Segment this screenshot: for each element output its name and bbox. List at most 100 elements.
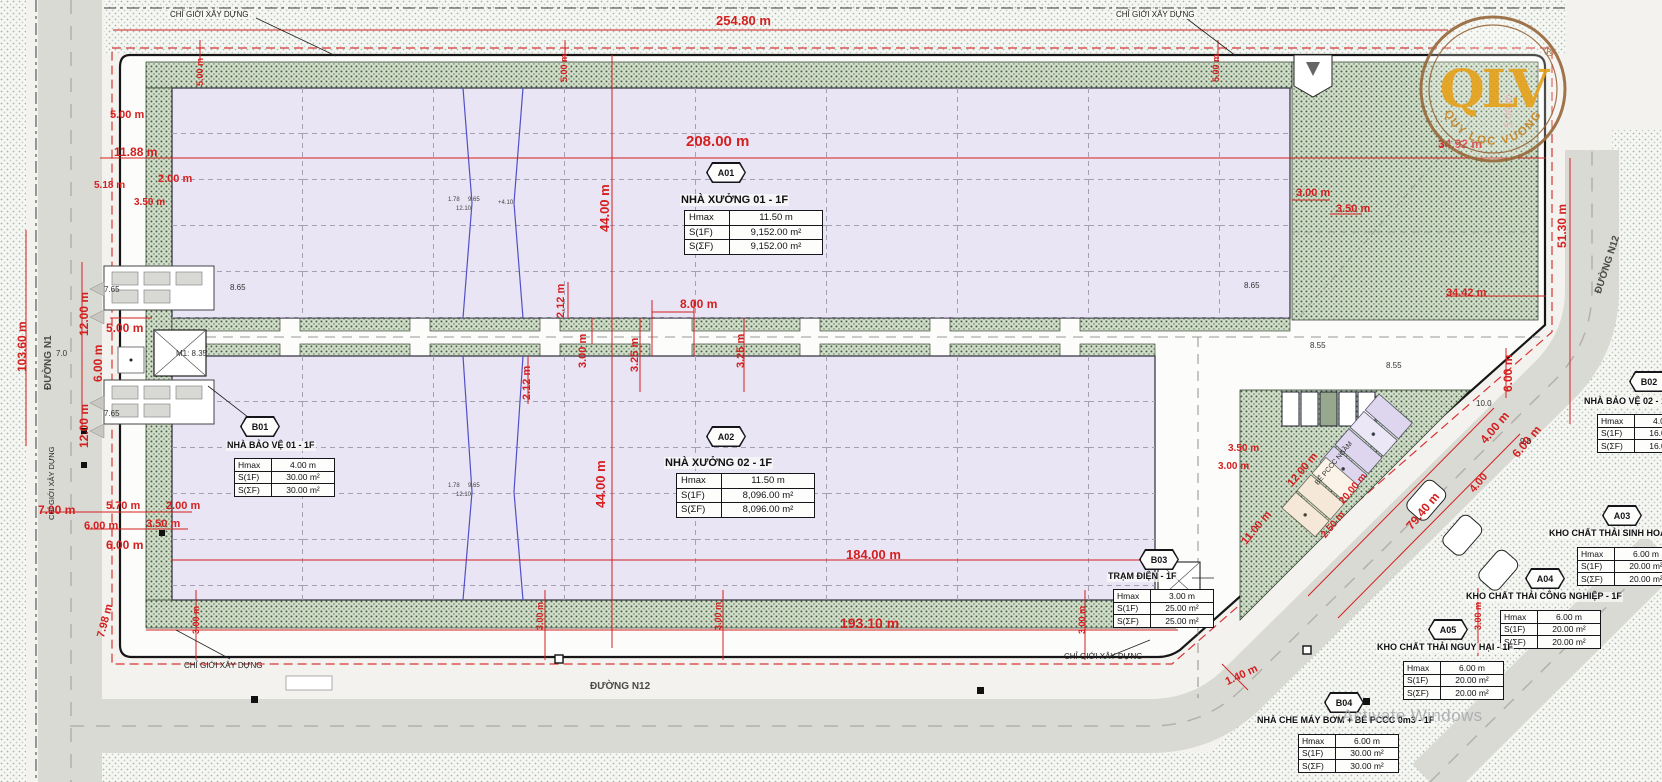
spec-row-label: Hmax — [1578, 548, 1615, 561]
building-badge-a02: A02 — [706, 426, 746, 447]
spec-row-value: 9,152.00 m² — [730, 225, 823, 240]
dim-label: 9.65 — [468, 483, 480, 489]
dim-label: 5.00 m — [1212, 54, 1221, 82]
dim-label: 3.25 m — [736, 334, 747, 368]
spec-row-label: Hmax — [235, 459, 272, 472]
badge-id: B03 — [1139, 549, 1179, 570]
dim-label: 12.10 — [456, 206, 471, 212]
building-name-a04: KHO CHẤT THẢI CÔNG NGHIỆP - 1F — [1465, 592, 1623, 602]
building-name-b02: NHÀ BẢO VỆ 02 - 1F — [1583, 397, 1662, 407]
dim-label: 5.00 m — [106, 322, 143, 334]
spec-row-label: Hmax — [1299, 735, 1336, 748]
spec-row-value: 20.00 m² — [1615, 573, 1662, 586]
dim-label: 12.00 m — [78, 404, 90, 448]
spec-row-label: Hmax — [1598, 415, 1635, 428]
spec-row-value: 11.50 m — [730, 211, 823, 226]
dim-label: 3.25 m — [630, 338, 641, 372]
dim-label: 8.65 — [230, 284, 246, 292]
dim-label: 3.50 m — [146, 519, 180, 530]
spec-row-value: 20.00 m² — [1441, 674, 1504, 687]
badge-id: A05 — [1428, 619, 1468, 640]
badge-id: B01 — [240, 416, 280, 437]
spec-row-label: S(1F) — [685, 225, 730, 240]
spec-row-value: 20.00 m² — [1615, 560, 1662, 573]
building-spec-table-b04: Hmax6.00 mS(1F)30.00 m²S(ΣF)30.00 m² — [1298, 734, 1399, 773]
spec-row-value: 8,096.00 m² — [722, 488, 815, 503]
dim-label: 7.65 — [104, 286, 120, 294]
dim-label: +4.10 — [498, 200, 513, 206]
dim-label: 3.00 m — [578, 334, 589, 368]
spec-row-label: S(ΣF) — [1114, 615, 1151, 628]
spec-row-value: 30.00 m² — [272, 484, 335, 497]
spec-row-value: 16.00 m² — [1635, 440, 1662, 453]
badge-id: B02 — [1629, 371, 1662, 392]
dim-label: 254.80 m — [716, 14, 771, 27]
dim-label: 2.00 m — [166, 501, 200, 512]
spec-row-value: 8,096.00 m² — [722, 503, 815, 518]
spec-row-value: 20.00 m² — [1538, 636, 1601, 649]
spec-row-value: 30.00 m² — [1336, 760, 1399, 773]
spec-row-value: 16.00 m² — [1635, 427, 1662, 440]
badge-id: A01 — [706, 162, 746, 183]
building-badge-b02: B02 — [1629, 371, 1662, 392]
building-spec-table-a04: Hmax6.00 mS(1F)20.00 m²S(ΣF)20.00 m² — [1500, 610, 1601, 649]
dim-label: 3.00 m — [192, 606, 201, 634]
registered-icon: ® — [1544, 43, 1555, 59]
badge-id: A02 — [706, 426, 746, 447]
dim-label: 6.00 m — [1502, 355, 1514, 392]
dim-label: 34.42 m — [1446, 288, 1486, 299]
dim-label: 7.00 m — [38, 504, 75, 516]
spec-row-label: Hmax — [1404, 662, 1441, 675]
building-badge-a05: A05 — [1428, 619, 1468, 640]
spec-row-label: S(1F) — [1299, 747, 1336, 760]
dim-label: 7.65 — [104, 410, 120, 418]
dim-label: 3.50 m — [1336, 204, 1370, 215]
dim-label: 51.30 m — [1556, 204, 1568, 248]
building-spec-table-a03: Hmax6.00 mS(1F)20.00 m²S(ΣF)20.00 m² — [1577, 547, 1662, 586]
dim-label: 8.55 — [1310, 342, 1326, 350]
dim-label: 10.0 — [1476, 400, 1492, 408]
boundary-label: CHỈ GIỚI XÂY DỰNG — [1114, 11, 1196, 19]
spec-row-value: 30.00 m² — [1336, 747, 1399, 760]
dim-label: 44.00 m — [598, 184, 611, 232]
building-spec-table-a05: Hmax6.00 mS(1F)20.00 m²S(ΣF)20.00 m² — [1403, 661, 1504, 700]
boundary-label: CHỈ GIỚI XÂY DỰNG — [48, 446, 56, 520]
building-badge-a01: A01 — [706, 162, 746, 183]
spec-row-label: S(ΣF) — [1598, 440, 1635, 453]
building-badge-b03: B03 — [1139, 549, 1179, 570]
road-label: ĐƯỜNG N12 — [590, 682, 650, 692]
spec-row-value: 30.00 m² — [272, 471, 335, 484]
spec-row-value: 11.50 m — [722, 474, 815, 489]
dim-label: 2.12 m — [556, 284, 567, 318]
spec-row-value: 3.00 m — [1151, 590, 1214, 603]
dim-label: 5.00 m — [196, 58, 205, 86]
spec-row-label: S(1F) — [1578, 560, 1615, 573]
dim-label: 6.00 m — [92, 345, 104, 382]
dim-label: 184.00 m — [846, 548, 901, 561]
dim-label: 3.00 m — [714, 602, 723, 630]
dim-label: 2.00 m — [158, 174, 192, 185]
dim-label: 3.50 m — [134, 198, 165, 208]
dim-label: 5.18 m — [94, 181, 125, 191]
spec-row-value: 6.00 m — [1441, 662, 1504, 675]
spec-row-value: 6.00 m — [1538, 611, 1601, 624]
building-spec-table-b03: Hmax3.00 mS(1F)25.00 m²S(ΣF)25.00 m² — [1113, 589, 1214, 628]
dim-label: 1.78 — [448, 483, 460, 489]
spec-row-value: 6.00 m — [1615, 548, 1662, 561]
building-name-a02: NHÀ XƯỞNG 02 - 1F — [664, 457, 773, 469]
building-name-a01: NHÀ XƯỞNG 01 - 1F — [680, 194, 789, 206]
spec-row-label: S(1F) — [235, 471, 272, 484]
dim-label: 2.12 m — [522, 366, 533, 400]
dim-label: 5.00 m — [110, 110, 144, 121]
building-spec-table-a02: Hmax11.50 mS(1F)8,096.00 m²S(ΣF)8,096.00… — [676, 473, 815, 518]
spec-row-value: 20.00 m² — [1441, 687, 1504, 700]
spec-row-label: S(ΣF) — [1404, 687, 1441, 700]
dim-label: 12.10 — [456, 492, 471, 498]
activate-windows-watermark: Activate Windows — [1342, 706, 1483, 726]
spec-row-label: Hmax — [677, 474, 722, 489]
spec-row-label: S(1F) — [1501, 623, 1538, 636]
building-spec-table-b01: Hmax4.00 mS(1F)30.00 m²S(ΣF)30.00 m² — [234, 458, 335, 497]
spec-row-value: 4.00 m — [272, 459, 335, 472]
spec-row-value: 20.00 m² — [1538, 623, 1601, 636]
building-badge-a04: A04 — [1525, 568, 1565, 589]
